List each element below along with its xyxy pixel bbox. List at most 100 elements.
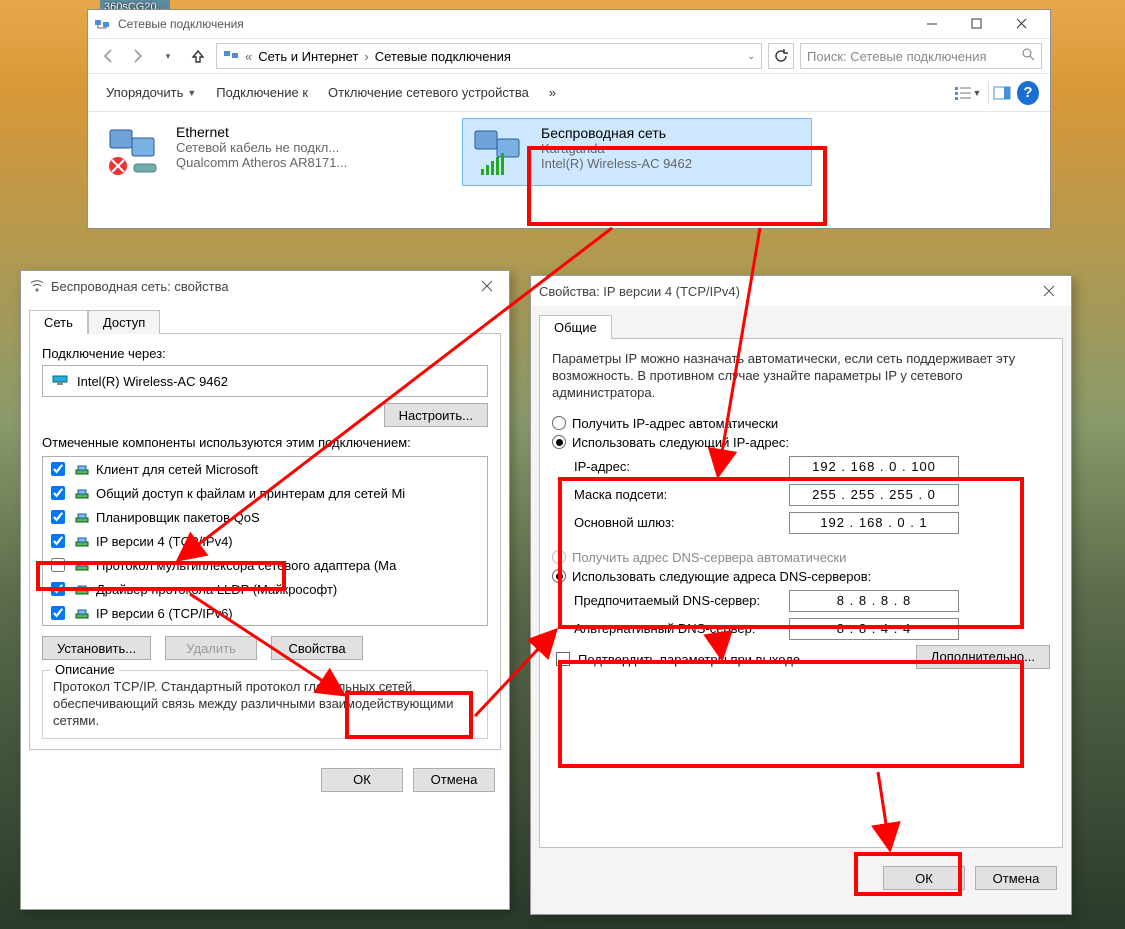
search-input[interactable]: Поиск: Сетевые подключения xyxy=(800,43,1042,69)
disable-device-menu[interactable]: Отключение сетевого устройства xyxy=(320,81,537,104)
confirm-on-exit-label: Подтвердить параметры при выходе xyxy=(578,652,800,667)
tab-net[interactable]: Сеть xyxy=(29,310,88,334)
ipv4-properties-dialog: Свойства: IP версии 4 (TCP/IPv4) Общие П… xyxy=(530,275,1072,915)
search-icon xyxy=(1022,48,1035,64)
up-button[interactable] xyxy=(186,44,210,68)
dns2-label: Альтернативный DNS-сервер: xyxy=(574,621,779,636)
component-item[interactable]: Клиент для сетей Microsoft xyxy=(43,457,487,481)
organize-menu[interactable]: Упорядочить▼ xyxy=(98,81,204,104)
wifi-ssid: Karaganda xyxy=(541,141,692,156)
breadcrumb-part1[interactable]: Сеть и Интернет xyxy=(258,49,358,64)
dlg2-cancel-button[interactable]: Отмена xyxy=(975,866,1057,890)
component-checkbox[interactable] xyxy=(51,486,65,500)
command-bar: Упорядочить▼ Подключение к Отключение се… xyxy=(88,74,1050,112)
dns-manual-label: Использовать следующие адреса DNS-сервер… xyxy=(572,569,871,584)
component-item[interactable]: Протокол мультиплексора сетевого адаптер… xyxy=(43,553,487,577)
component-item[interactable]: Планировщик пакетов QoS xyxy=(43,505,487,529)
component-checkbox[interactable] xyxy=(51,582,65,596)
dlg1-ok-button[interactable]: ОК xyxy=(321,768,403,792)
recent-dropdown[interactable]: ▾ xyxy=(156,44,180,68)
back-button[interactable] xyxy=(96,44,120,68)
ip-auto-radio[interactable] xyxy=(552,416,566,430)
dlg1-close-button[interactable] xyxy=(473,275,501,297)
component-label: Драйвер протокола LLDP (Майкрософт) xyxy=(96,582,337,597)
dlg1-titlebar[interactable]: Беспроводная сеть: свойства xyxy=(21,271,509,301)
addressbar-dropdown-icon[interactable]: ⌄ xyxy=(747,51,755,62)
breadcrumb-part2[interactable]: Сетевые подключения xyxy=(375,49,511,64)
dns1-input[interactable]: 8 . 8 . 8 . 8 xyxy=(789,590,959,612)
dns1-label: Предпочитаемый DNS-сервер: xyxy=(574,593,779,608)
install-button[interactable]: Установить... xyxy=(42,636,151,660)
dlg2-ok-button[interactable]: ОК xyxy=(883,866,965,890)
dns2-input[interactable]: 8 . 8 . 4 . 4 xyxy=(789,618,959,640)
advanced-button[interactable]: Дополнительно... xyxy=(916,645,1050,669)
component-label: Протокол мультиплексора сетевого адаптер… xyxy=(96,558,396,573)
subnet-mask-label: Маска подсети: xyxy=(574,487,779,502)
address-bar[interactable]: « Сеть и Интернет › Сетевые подключения … xyxy=(216,43,762,69)
wifi-name: Беспроводная сеть xyxy=(541,125,692,141)
components-label: Отмеченные компоненты используются этим … xyxy=(42,435,488,450)
forward-button[interactable] xyxy=(126,44,150,68)
ip-address-input[interactable]: 192 . 168 . 0 . 100 xyxy=(789,456,959,478)
wifi-driver: Intel(R) Wireless-AC 9462 xyxy=(541,156,692,171)
component-checkbox[interactable] xyxy=(51,606,65,620)
dns-manual-radio-row[interactable]: Использовать следующие адреса DNS-сервер… xyxy=(552,569,1050,584)
component-checkbox[interactable] xyxy=(51,510,65,524)
component-item[interactable]: Драйвер протокола LLDP (Майкрософт) xyxy=(43,577,487,601)
dlg2-close-button[interactable] xyxy=(1035,280,1063,302)
configure-button[interactable]: Настроить... xyxy=(384,403,488,427)
subnet-mask-input[interactable]: 255 . 255 . 255 . 0 xyxy=(789,484,959,506)
component-icon xyxy=(74,485,90,501)
wifi-icon xyxy=(469,125,531,179)
ip-manual-radio[interactable] xyxy=(552,435,566,449)
overflow-menu[interactable]: » xyxy=(541,81,564,104)
minimize-button[interactable] xyxy=(909,10,954,38)
ip-manual-radio-row[interactable]: Использовать следующий IP-адрес: xyxy=(552,435,1050,450)
explorer-titlebar[interactable]: Сетевые подключения xyxy=(88,10,1050,38)
ip-auto-label: Получить IP-адрес автоматически xyxy=(572,416,778,431)
ip-address-label: IP-адрес: xyxy=(574,459,779,474)
folder-icon xyxy=(223,47,239,66)
component-item[interactable]: IP версии 4 (TCP/IPv4) xyxy=(43,529,487,553)
confirm-on-exit-checkbox[interactable] xyxy=(556,652,570,666)
explorer-title: Сетевые подключения xyxy=(118,17,909,31)
view-options-button[interactable]: ▼ xyxy=(956,81,980,105)
component-item[interactable]: IP версии 6 (TCP/IPv6) xyxy=(43,601,487,625)
remove-button[interactable]: Удалить xyxy=(165,636,257,660)
close-button[interactable] xyxy=(999,10,1044,38)
search-placeholder: Поиск: Сетевые подключения xyxy=(807,49,987,64)
properties-button[interactable]: Свойства xyxy=(271,636,363,660)
gateway-input[interactable]: 192 . 168 . 0 . 1 xyxy=(789,512,959,534)
description-text: Протокол TCP/IP. Стандартный протокол гл… xyxy=(53,679,477,730)
component-checkbox[interactable] xyxy=(51,462,65,476)
connect-via-label: Подключение через: xyxy=(42,346,488,361)
dns-auto-radio-row: Получить адрес DNS-сервера автоматически xyxy=(552,550,1050,565)
component-item[interactable]: Общий доступ к файлам и принтерам для се… xyxy=(43,481,487,505)
connect-to-menu[interactable]: Подключение к xyxy=(208,81,316,104)
dlg1-cancel-button[interactable]: Отмена xyxy=(413,768,495,792)
preview-pane-button[interactable] xyxy=(988,81,1012,105)
component-checkbox[interactable] xyxy=(51,558,65,572)
network-item-ethernet[interactable]: Ethernet Сетевой кабель не подкл... Qual… xyxy=(98,118,448,186)
help-button[interactable]: ? xyxy=(1016,81,1040,105)
explorer-navrow: ▾ « Сеть и Интернет › Сетевые подключени… xyxy=(88,38,1050,74)
maximize-button[interactable] xyxy=(954,10,999,38)
component-icon xyxy=(74,557,90,573)
components-list[interactable]: Клиент для сетей Microsoft Общий доступ к… xyxy=(42,456,488,626)
component-label: Клиент для сетей Microsoft xyxy=(96,462,258,477)
dlg2-titlebar[interactable]: Свойства: IP версии 4 (TCP/IPv4) xyxy=(531,276,1071,306)
adapter-icon xyxy=(51,373,69,390)
tab-access[interactable]: Доступ xyxy=(88,310,160,334)
component-checkbox[interactable] xyxy=(51,534,65,548)
ip-auto-radio-row[interactable]: Получить IP-адрес автоматически xyxy=(552,416,1050,431)
component-icon xyxy=(74,509,90,525)
component-icon xyxy=(74,581,90,597)
component-icon xyxy=(74,461,90,477)
refresh-button[interactable] xyxy=(768,43,794,69)
network-item-wifi[interactable]: Беспроводная сеть Karaganda Intel(R) Wir… xyxy=(462,118,812,186)
description-title: Описание xyxy=(51,662,119,677)
component-label: Планировщик пакетов QoS xyxy=(96,510,260,525)
tab-general[interactable]: Общие xyxy=(539,315,612,339)
dns-manual-radio[interactable] xyxy=(552,569,566,583)
ipv4-intro: Параметры IP можно назначать автоматичес… xyxy=(552,351,1050,402)
